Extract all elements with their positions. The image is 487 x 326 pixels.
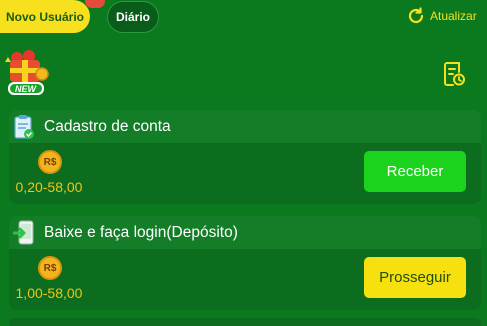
coin-icon: R$ [38,256,62,280]
coin-currency: R$ [43,156,57,168]
receive-button-label: Receber [386,163,444,180]
refresh-icon [408,7,424,24]
refresh-button[interactable]: Atualizar [406,4,477,28]
task-card: Cadastro de conta R$ 0,20-58,00 Receber [9,110,481,204]
phone-download-icon [13,220,34,244]
top-bar: Novo Usuário Diário Atualizar [0,0,487,36]
coin-currency: R$ [43,262,57,274]
clipboard-check-icon [14,114,34,139]
task-card-header: Cadastro de conta [9,110,481,143]
task-card-body: R$ 1,00-58,00 Prosseguir [9,249,481,310]
next-card-edge [9,318,481,326]
reward-range: 1,00-58,00 [15,285,83,301]
task-title: Baixe e faça login(Depósito) [44,223,238,241]
tab-daily-label: Diário [115,10,150,24]
refresh-label: Atualizar [430,9,477,23]
task-card: Baixe e faça login(Depósito) R$ 1,00-58,… [9,216,481,310]
history-icon[interactable] [442,61,466,87]
tab-new-user-label: Novo Usuário [5,9,84,24]
coin-icon: R$ [38,150,62,174]
proceed-button-label: Prosseguir [379,269,451,286]
new-label: NEW [15,83,36,94]
notification-dot [85,0,105,8]
tab-daily[interactable]: Diário [107,1,159,33]
proceed-button[interactable]: Prosseguir [364,257,466,298]
receive-button[interactable]: Receber [364,151,466,192]
task-card-body: R$ 0,20-58,00 Receber [9,143,481,204]
tab-new-user[interactable]: Novo Usuário [0,0,90,33]
new-gift-badge: NEW [2,46,52,98]
task-card-header: Baixe e faça login(Depósito) [9,216,481,249]
reward-range: 0,20-58,00 [15,179,83,195]
task-title: Cadastro de conta [44,117,171,135]
